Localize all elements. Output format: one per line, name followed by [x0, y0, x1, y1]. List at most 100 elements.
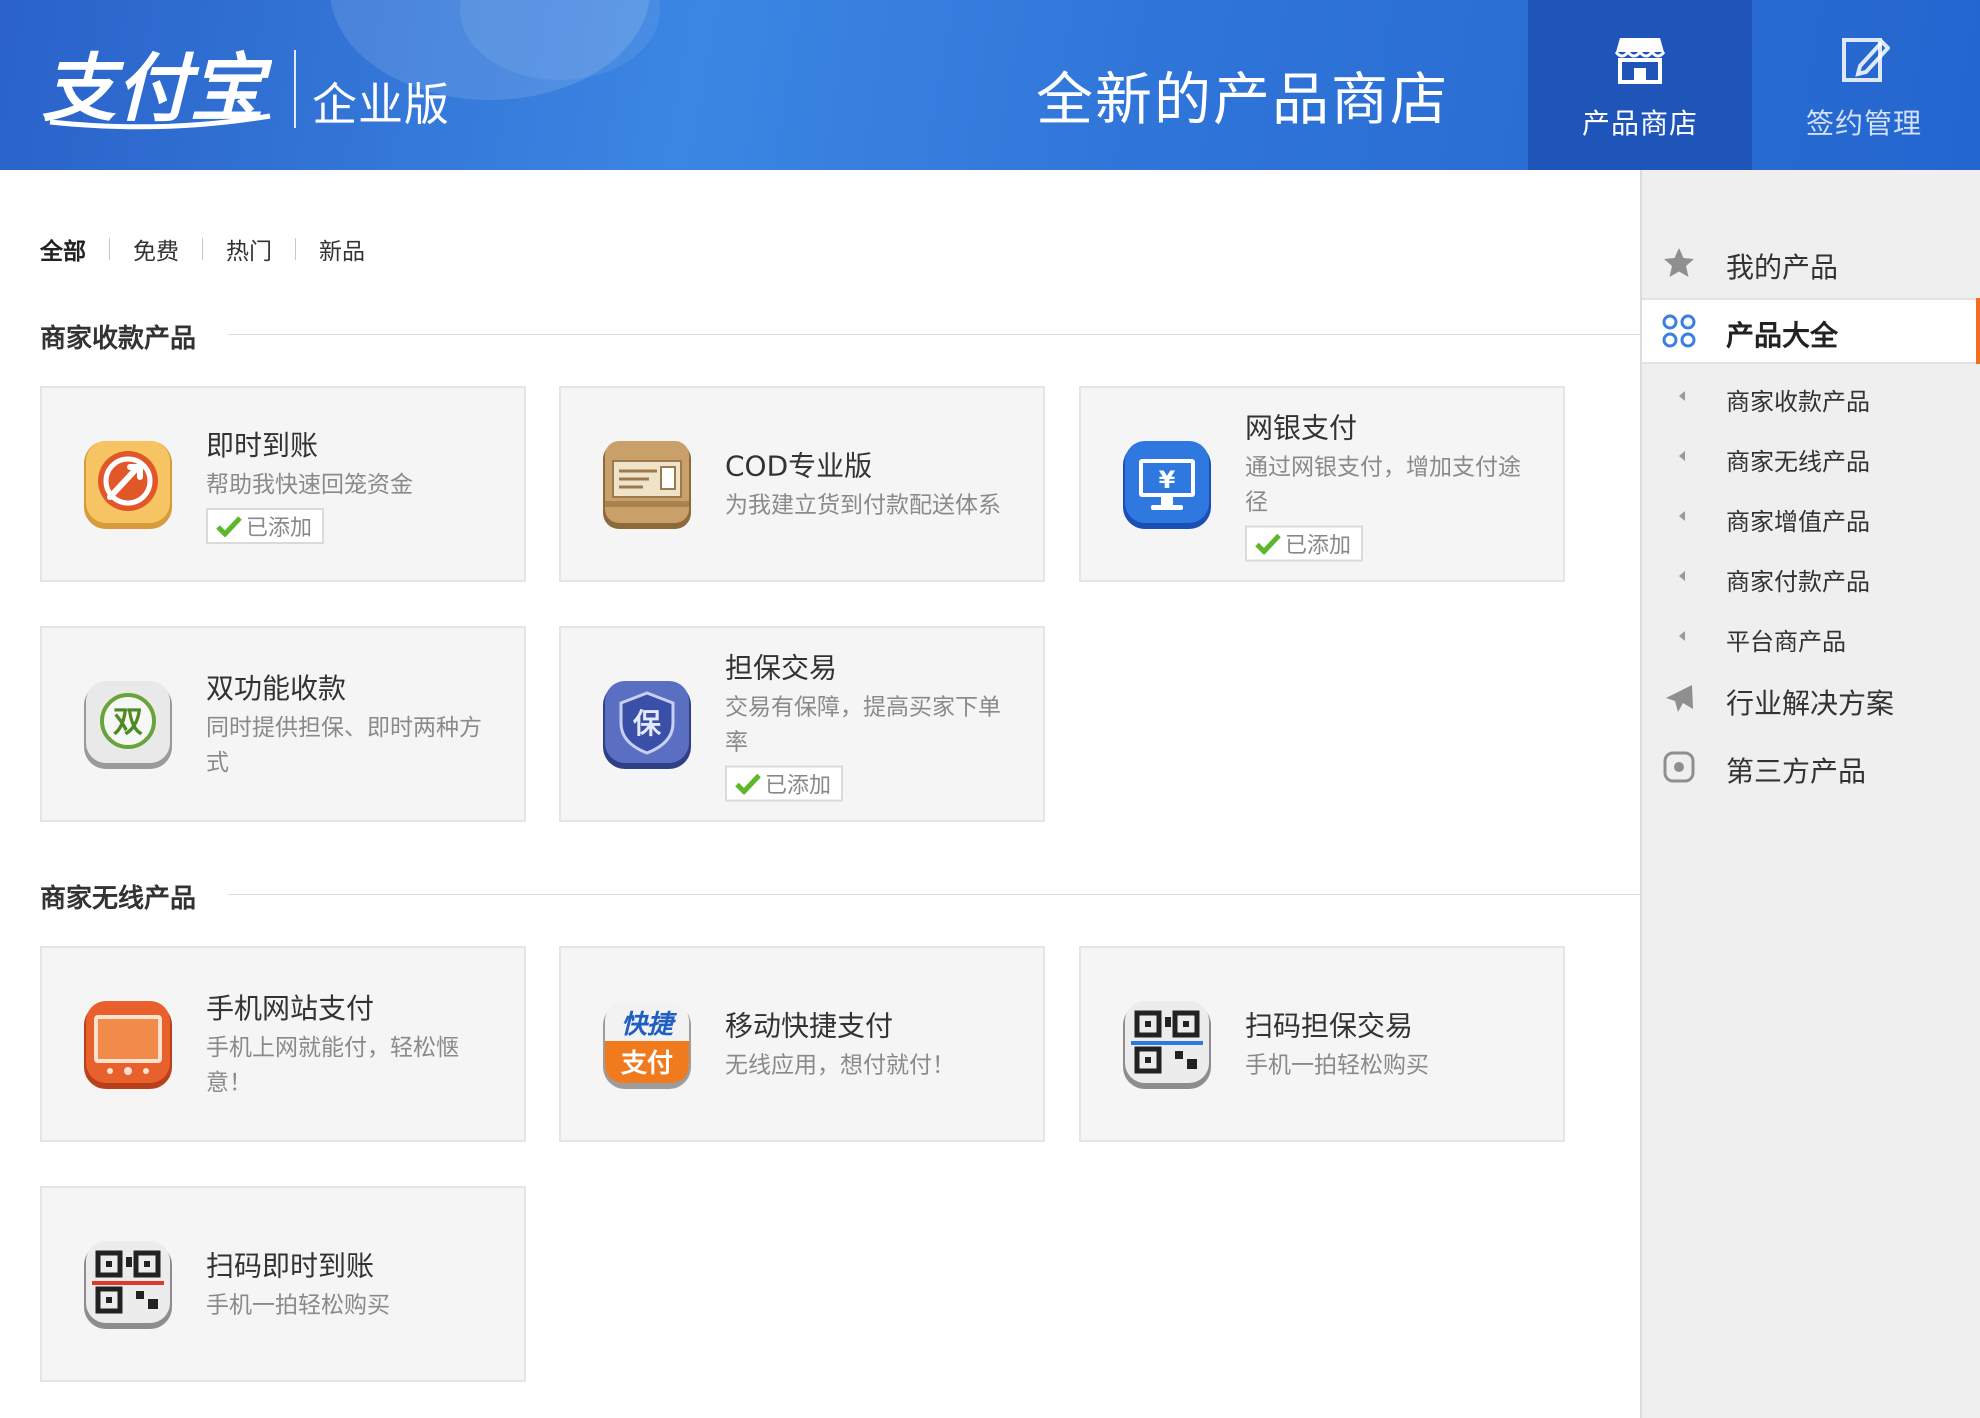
product-card-online-banking[interactable]: ¥ 网银支付 通过网银支付，增加支付途径 已添加: [1079, 386, 1565, 582]
caret-left-icon: [1679, 511, 1685, 521]
card-text: 扫码担保交易 手机一拍轻松购买: [1245, 1005, 1533, 1084]
product-description: 手机一拍轻松购买: [206, 1292, 390, 1319]
sidebar-subitem-label: 商家无线产品: [1726, 448, 1870, 476]
instant-arrival-icon: [84, 441, 172, 529]
product-description: 手机一拍轻松购买: [1245, 1052, 1429, 1079]
card-text: 扫码即时到账 手机一拍轻松购买: [206, 1245, 494, 1324]
product-description: 手机上网就能付，轻松惬意！: [206, 1035, 459, 1096]
product-description: 为我建立货到付款配送体系: [725, 492, 1001, 519]
sidebar-subitem-collection[interactable]: 商家收款产品: [1642, 372, 1980, 422]
section-title: 商家无线产品: [40, 884, 197, 914]
third-party-icon: [1663, 751, 1695, 783]
product-name: 扫码即时到账: [206, 1249, 375, 1283]
product-description: 通过网银支付，增加支付途径: [1245, 454, 1521, 516]
section-header: 商家无线产品: [40, 878, 1640, 914]
product-name: 扫码担保交易: [1245, 1009, 1414, 1043]
product-card-qr-guarantee[interactable]: 扫码担保交易 手机一拍轻松购买: [1079, 946, 1565, 1142]
card-text: 移动快捷支付 无线应用，想付就付！: [725, 1005, 1013, 1084]
svg-text:双: 双: [113, 705, 143, 740]
svg-text:¥: ¥: [1159, 466, 1176, 494]
filter-new[interactable]: 新品: [319, 232, 365, 266]
product-card-qr-instant[interactable]: 扫码即时到账 手机一拍轻松购买: [40, 1186, 526, 1382]
product-name: 移动快捷支付: [725, 1009, 894, 1043]
added-badge: 已添加: [725, 765, 844, 802]
qr-guarantee-icon: [1123, 1001, 1211, 1089]
sidebar-subitem-label: 商家收款产品: [1726, 388, 1870, 416]
edition-label: 企业版: [312, 78, 451, 131]
sidebar-item-label: 我的产品: [1726, 251, 1839, 284]
filter-all[interactable]: 全部: [40, 232, 86, 266]
cod-box-icon: [603, 441, 691, 529]
added-label: 已添加: [246, 516, 313, 541]
product-card-quick-pay[interactable]: 快捷 支付 移动快捷支付 无线应用，想付就付！: [559, 946, 1045, 1142]
product-name: 手机网站支付: [206, 992, 375, 1025]
product-name: 即时到账: [206, 429, 319, 462]
card-text: 手机网站支付 手机上网就能付，轻松惬意！: [206, 987, 494, 1101]
filter-hot[interactable]: 热门: [226, 232, 272, 266]
sidebar-item-third-party[interactable]: 第三方产品: [1642, 734, 1980, 800]
plane-icon: [1666, 685, 1693, 712]
sidebar-subitem-label: 平台商产品: [1726, 628, 1846, 656]
card-text: 担保交易 交易有保障，提高买家下单率 已添加: [725, 647, 1013, 802]
sidebar-item-label: 产品大全: [1726, 319, 1839, 352]
store-icon: [1614, 38, 1666, 84]
filter-separator: [295, 238, 296, 260]
product-description: 无线应用，想付就付！: [725, 1052, 955, 1079]
caret-left-icon: [1679, 451, 1685, 461]
product-card-mobile-web-pay[interactable]: 手机网站支付 手机上网就能付，轻松惬意！: [40, 946, 526, 1142]
section-title: 商家收款产品: [40, 324, 197, 354]
product-card-guarantee[interactable]: 保 担保交易 交易有保障，提高买家下单率 已添加: [559, 626, 1045, 822]
product-name: 担保交易: [725, 651, 838, 685]
product-card-instant-arrival[interactable]: 即时到账 帮助我快速回笼资金 已添加: [40, 386, 526, 582]
added-label: 已添加: [1285, 533, 1352, 559]
check-icon: [216, 516, 242, 537]
tab-label: 签约管理: [1805, 107, 1922, 140]
product-name: COD专业版: [725, 449, 873, 483]
sidebar-subitem-value-added[interactable]: 商家增值产品: [1642, 492, 1980, 542]
caret-left-icon: [1679, 571, 1685, 581]
mobile-web-pay-icon: [84, 1001, 172, 1089]
tab-contract-management[interactable]: 签约管理: [1752, 0, 1976, 170]
added-badge: 已添加: [1245, 525, 1364, 562]
product-card-cod[interactable]: COD专业版 为我建立货到付款配送体系: [559, 386, 1045, 582]
star-icon: [1664, 248, 1694, 277]
alipay-logo[interactable]: 支付宝: [42, 44, 272, 130]
logo-divider: [294, 50, 296, 128]
section-divider: [228, 334, 1640, 335]
card-text: 网银支付 通过网银支付，增加支付途径 已添加: [1245, 407, 1533, 562]
page-title: 全新的产品商店: [1036, 67, 1449, 133]
product-name: 网银支付: [1245, 411, 1358, 445]
card-text: COD专业版 为我建立货到付款配送体系: [725, 445, 1013, 524]
section-divider: [228, 894, 1640, 895]
filter-free[interactable]: 免费: [133, 232, 179, 266]
sidebar-subitem-label: 商家付款产品: [1726, 568, 1870, 596]
quick-pay-icon-text: 快捷: [621, 1010, 678, 1040]
sidebar-subitem-payment[interactable]: 商家付款产品: [1642, 552, 1980, 602]
product-description: 同时提供担保、即时两种方式: [206, 715, 482, 776]
sidebar-item-my-products[interactable]: 我的产品: [1642, 230, 1980, 296]
check-icon: [1255, 533, 1281, 555]
tab-product-store[interactable]: 产品商店: [1528, 0, 1752, 170]
tab-label: 产品商店: [1581, 107, 1698, 140]
quick-pay-icon: 快捷 支付: [603, 1001, 691, 1089]
filter-separator: [109, 238, 110, 260]
sidebar-item-industry-solutions[interactable]: 行业解决方案: [1642, 666, 1980, 732]
dual-function-icon: 双: [84, 681, 172, 769]
product-description: 帮助我快速回笼资金: [206, 472, 413, 498]
card-text: 双功能收款 同时提供担保、即时两种方式: [206, 667, 494, 781]
filter-separator: [202, 238, 203, 260]
sidebar-subitem-wireless[interactable]: 商家无线产品: [1642, 432, 1980, 482]
edit-icon: [1842, 38, 1890, 82]
top-header: 支付宝 企业版 全新的产品商店 产品商店 签约管理: [0, 0, 1980, 170]
sidebar-subitem-label: 商家增值产品: [1726, 508, 1870, 536]
sidebar-item-all-products[interactable]: 产品大全: [1642, 298, 1980, 364]
online-banking-icon: ¥: [1123, 441, 1211, 529]
sidebar-subitem-platform[interactable]: 平台商产品: [1642, 612, 1980, 662]
caret-left-icon: [1679, 391, 1685, 401]
filter-bar: 全部 免费 热门 新品: [40, 232, 365, 266]
logo-text: 支付宝: [42, 46, 272, 130]
caret-left-icon: [1679, 631, 1685, 641]
section-header: 商家收款产品: [40, 318, 1640, 354]
product-card-dual-function[interactable]: 双 双功能收款 同时提供担保、即时两种方式: [40, 626, 526, 822]
quick-pay-icon-text: 支付: [621, 1049, 673, 1079]
